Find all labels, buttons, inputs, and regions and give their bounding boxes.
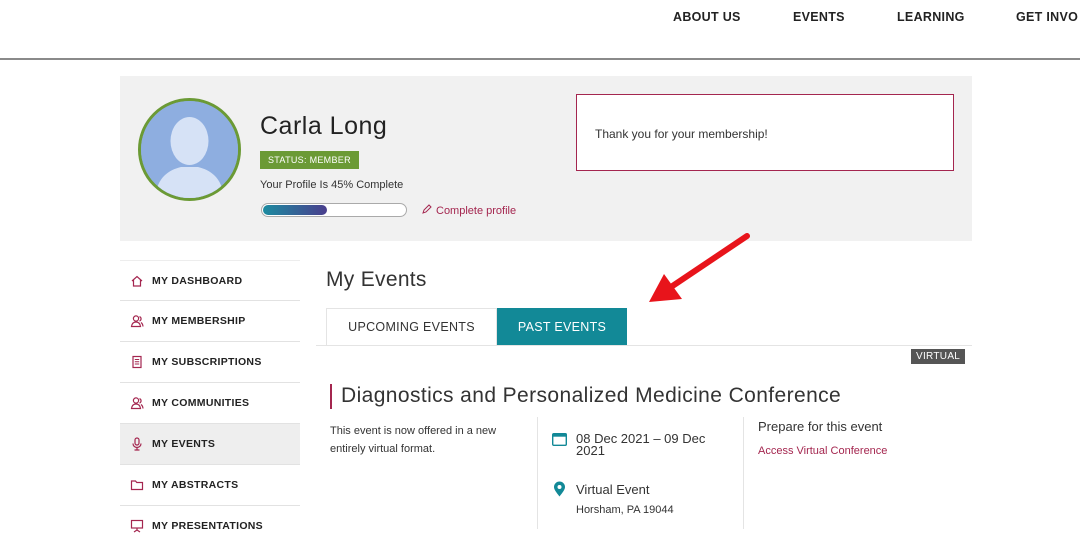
tab-past-events[interactable]: PAST EVENTS xyxy=(497,308,627,345)
top-navigation: ABOUT US EVENTS LEARNING GET INVO xyxy=(0,0,1080,60)
document-icon xyxy=(130,355,144,369)
users-icon xyxy=(130,396,144,410)
event-address: Horsham, PA 19044 xyxy=(576,504,674,516)
event-title-accent-bar xyxy=(330,384,332,409)
sidebar-item-label: MY PRESENTATIONS xyxy=(152,520,263,532)
profile-header: Carla Long STATUS: MEMBER Your Profile I… xyxy=(120,76,972,241)
sidebar-item-label: MY SUBSCRIPTIONS xyxy=(152,356,262,368)
membership-message: Thank you for your membership! xyxy=(595,127,768,141)
sidebar-item-label: MY DASHBOARD xyxy=(152,274,243,287)
avatar xyxy=(138,98,241,201)
nav-get-involved[interactable]: GET INVO xyxy=(1016,10,1078,24)
complete-profile-link[interactable]: Complete profile xyxy=(422,204,516,217)
sidebar-item-label: MY MEMBERSHIP xyxy=(152,315,246,327)
sidebar-item-dashboard[interactable]: MY DASHBOARD xyxy=(120,260,300,301)
access-virtual-conference-link[interactable]: Access Virtual Conference xyxy=(758,445,887,457)
complete-profile-label: Complete profile xyxy=(436,205,517,217)
sidebar-item-presentations[interactable]: MY PRESENTATIONS xyxy=(120,506,300,542)
sidebar-item-abstracts[interactable]: MY ABSTRACTS xyxy=(120,465,300,506)
tabs-divider xyxy=(316,345,972,346)
nav-about-us[interactable]: ABOUT US xyxy=(673,10,741,24)
page-title: My Events xyxy=(326,268,427,291)
nav-events[interactable]: EVENTS xyxy=(793,10,845,24)
sidebar-item-communities[interactable]: MY COMMUNITIES xyxy=(120,383,300,424)
user-silhouette-icon xyxy=(141,101,238,198)
calendar-icon xyxy=(551,432,568,447)
profile-progress-fill xyxy=(263,205,327,215)
users-icon xyxy=(130,314,144,328)
sidebar-item-label: MY EVENTS xyxy=(152,438,216,450)
profile-name: Carla Long xyxy=(260,112,388,140)
event-date: 08 Dec 2021 – 09 Dec 2021 xyxy=(576,431,706,458)
virtual-badge: VIRTUAL xyxy=(911,349,966,364)
sidebar-item-subscriptions[interactable]: MY SUBSCRIPTIONS xyxy=(120,342,300,383)
pencil-icon xyxy=(422,204,432,217)
prepare-heading: Prepare for this event xyxy=(758,419,883,434)
event-location: Virtual Event xyxy=(576,482,650,497)
home-icon xyxy=(130,274,144,288)
sidebar-item-membership[interactable]: MY MEMBERSHIP xyxy=(120,301,300,342)
location-pin-icon xyxy=(553,481,566,497)
status-badge: STATUS: MEMBER xyxy=(260,151,359,169)
sidebar-item-events[interactable]: MY EVENTS xyxy=(120,424,300,465)
nav-learning[interactable]: LEARNING xyxy=(897,10,965,24)
sidebar-item-label: MY COMMUNITIES xyxy=(152,397,250,409)
event-description: This event is now offered in a new entir… xyxy=(330,425,497,455)
event-title[interactable]: Diagnostics and Personalized Medicine Co… xyxy=(341,384,841,408)
sidebar-item-label: MY ABSTRACTS xyxy=(152,479,239,491)
event-column-divider xyxy=(537,417,538,529)
tab-upcoming-events[interactable]: UPCOMING EVENTS xyxy=(326,308,497,345)
event-column-divider xyxy=(743,417,744,529)
folder-icon xyxy=(130,478,144,492)
microphone-icon xyxy=(130,437,144,451)
presentation-icon xyxy=(130,519,144,533)
profile-completion-text: Your Profile Is 45% Complete xyxy=(260,179,404,191)
membership-message-box: Thank you for your membership! xyxy=(576,94,954,171)
sidebar: MY DASHBOARD MY MEMBERSHIP MY SUBSCRIPTI… xyxy=(120,260,300,542)
profile-progress-bar xyxy=(261,203,407,217)
